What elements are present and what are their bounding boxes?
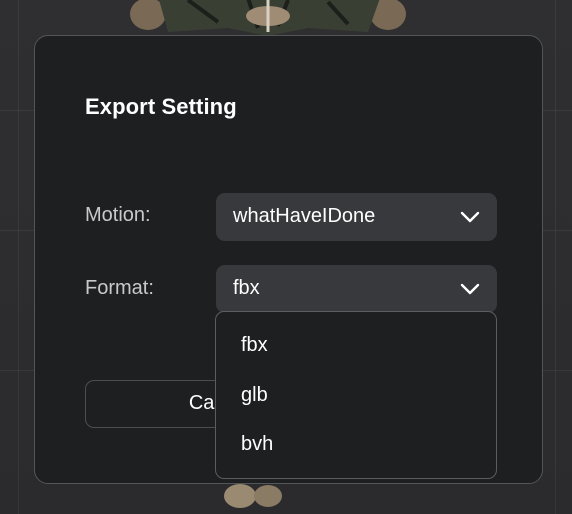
character-model-feet <box>224 484 282 508</box>
format-select[interactable]: fbx <box>216 265 497 313</box>
motion-select-value: whatHaveIDone <box>233 205 376 227</box>
format-label: Format: <box>85 277 154 299</box>
grid-line <box>555 0 556 514</box>
format-option-bvh[interactable]: bvh <box>241 433 273 456</box>
motion-label: Motion: <box>85 204 151 226</box>
chevron-down-icon <box>460 283 480 295</box>
chevron-down-icon <box>460 211 480 223</box>
motion-select[interactable]: whatHaveIDone <box>216 193 497 241</box>
format-option-fbx[interactable]: fbx <box>241 334 268 357</box>
grid-line <box>18 0 19 514</box>
format-option-glb[interactable]: glb <box>241 384 268 407</box>
format-select-value: fbx <box>233 277 260 299</box>
dialog-title: Export Setting <box>85 94 237 119</box>
format-dropdown-menu: fbx glb bvh <box>215 311 497 479</box>
